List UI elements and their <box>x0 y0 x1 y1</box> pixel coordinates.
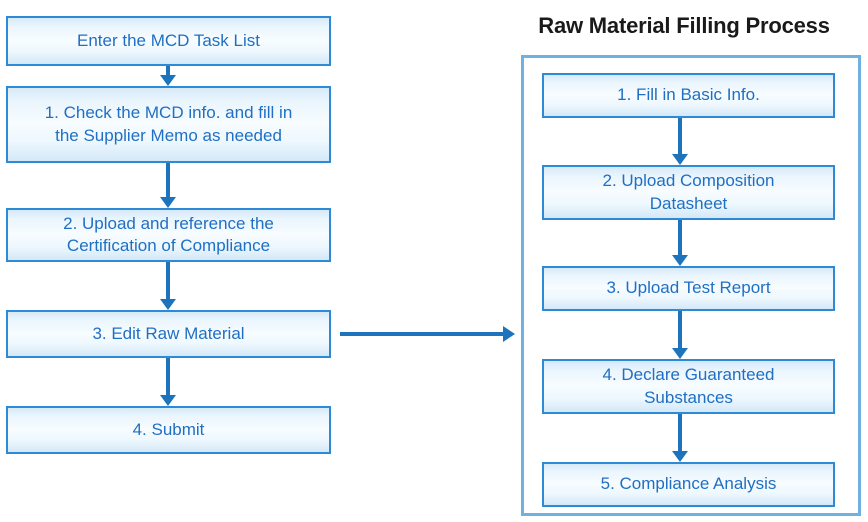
flow-step-1-check-mcd-info[interactable]: 1. Check the MCD info. and fill in the S… <box>6 86 331 163</box>
arrow-substep3-to-substep4 <box>672 311 688 359</box>
subprocess-title: Raw Material Filling Process <box>538 13 830 38</box>
arrow-step1-to-step2 <box>160 163 176 208</box>
flow-step-label: 4. Submit <box>132 419 205 439</box>
subflow-step-label: 3. Upload Test Report <box>606 278 771 298</box>
flowchart-canvas: Enter the MCD Task List 1. Check the MCD… <box>0 0 868 522</box>
subflow-step-3-upload-test-report[interactable]: 3. Upload Test Report <box>542 266 835 311</box>
flow-step-enter-mcd-task-list[interactable]: Enter the MCD Task List <box>6 16 331 66</box>
subflow-step-2-upload-composition-datasheet[interactable]: 2. Upload Composition Datasheet <box>542 165 835 220</box>
arrow-step3-to-step4 <box>160 358 176 406</box>
subflow-step-4-declare-guaranteed-substances[interactable]: 4. Declare Guaranteed Substances <box>542 359 835 414</box>
subflow-step-5-compliance-analysis[interactable]: 5. Compliance Analysis <box>542 462 835 507</box>
subflow-step-label: 1. Fill in Basic Info. <box>617 85 760 105</box>
flow-step-label: 2. Upload and reference the Certificatio… <box>63 213 274 255</box>
subflow-step-label: 5. Compliance Analysis <box>600 474 777 494</box>
subflow-step-label: 4. Declare Guaranteed Substances <box>602 365 775 407</box>
arrow-step0-to-step1 <box>160 66 176 86</box>
arrow-substep4-to-substep5 <box>672 414 688 462</box>
arrow-step2-to-step3 <box>160 262 176 310</box>
arrow-substep2-to-substep3 <box>672 220 688 266</box>
flow-step-label: 1. Check the MCD info. and fill in the S… <box>44 103 293 145</box>
flow-step-4-submit[interactable]: 4. Submit <box>6 406 331 454</box>
flow-step-label: Enter the MCD Task List <box>77 30 260 50</box>
subflow-step-1-fill-basic-info[interactable]: 1. Fill in Basic Info. <box>542 73 835 118</box>
connector-arrow-to-subprocess <box>340 326 515 342</box>
flow-step-2-upload-certification[interactable]: 2. Upload and reference the Certificatio… <box>6 208 331 262</box>
arrow-substep1-to-substep2 <box>672 118 688 165</box>
flow-step-3-edit-raw-material[interactable]: 3. Edit Raw Material <box>6 310 331 358</box>
flow-step-label: 3. Edit Raw Material <box>92 323 245 343</box>
subflow-step-label: 2. Upload Composition Datasheet <box>602 171 775 213</box>
